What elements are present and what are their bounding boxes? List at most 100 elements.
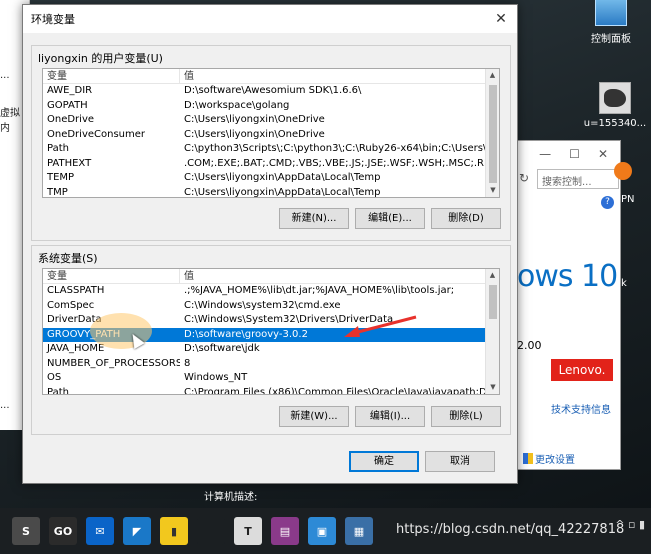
variable-name: OS <box>47 372 62 383</box>
winrar-icon[interactable]: ▤ <box>271 517 299 545</box>
system-new-button[interactable]: 新建(W)... <box>279 406 349 427</box>
minimize-icon[interactable]: — <box>539 147 551 161</box>
uac-shield-icon <box>523 453 533 464</box>
lenovo-logo: Lenovo. <box>551 359 613 381</box>
refresh-icon[interactable]: ↻ <box>519 171 529 185</box>
version-text: 2.00 <box>517 339 542 352</box>
typora-icon[interactable]: T <box>234 517 262 545</box>
user-list-scrollbar[interactable]: ▲ ▼ <box>485 69 499 197</box>
control-panel-shortcut[interactable]: 控制面板 <box>576 0 646 45</box>
variable-value: .;%JAVA_HOME%\lib\dt.jar;%JAVA_HOME%\lib… <box>184 285 455 296</box>
blank-icon[interactable] <box>197 517 225 545</box>
dialog-titlebar: 环境变量 <box>23 5 517 33</box>
sticky-notes-icon[interactable]: ▮ <box>160 517 188 545</box>
environment-variables-dialog: 环境变量 ✕ liyongxin 的用户变量(U) 变量 值 AWE_DIR D:… <box>22 4 518 484</box>
variable-value: Windows_NT <box>184 372 248 383</box>
help-icon[interactable]: ? <box>601 196 614 209</box>
scroll-thumb[interactable] <box>489 85 497 183</box>
variable-value: C:\python3\Scripts\;C:\python3\;C:\Ruby2… <box>184 143 485 154</box>
user-variables-label: liyongxin 的用户变量(U) <box>38 52 163 65</box>
close-icon[interactable]: ✕ <box>491 9 511 29</box>
variable-name: AWE_DIR <box>47 85 93 96</box>
image-file-shortcut[interactable]: u=155340... <box>580 82 650 129</box>
dialog-title: 环境变量 <box>31 13 75 26</box>
control-panel-label: 控制面板 <box>591 34 631 45</box>
list-header: 变量 值 <box>43 269 485 284</box>
system-icon[interactable]: ▦ <box>345 517 373 545</box>
computer-description-label: 计算机描述: <box>204 492 258 503</box>
vscode-icon[interactable]: ◤ <box>123 517 151 545</box>
variable-row[interactable]: ComSpec C:\Windows\system32\cmd.exe <box>43 299 485 314</box>
user-variables-list[interactable]: 变量 值 AWE_DIR D:\software\Awesomium SDK\1.… <box>42 68 500 198</box>
user-delete-button[interactable]: 删除(D) <box>431 208 501 229</box>
variable-row[interactable]: OneDriveConsumer C:\Users\liyongxin\OneDr… <box>43 128 485 143</box>
column-header-value[interactable]: 值 <box>180 69 485 83</box>
remote-desktop-icon[interactable]: ▣ <box>308 517 336 545</box>
variable-value: 8 <box>184 357 191 369</box>
variable-name: Path <box>47 386 69 395</box>
list-header: 变量 值 <box>43 69 485 84</box>
variable-name: OneDriveConsumer <box>47 128 146 140</box>
ok-button[interactable]: 确定 <box>349 451 419 472</box>
variable-row[interactable]: TMP C:\Users\liyongxin\AppData\Local\Temp <box>43 186 485 198</box>
mail-icon[interactable]: ✉ <box>86 517 114 545</box>
edge-app-icon <box>614 162 632 180</box>
variable-value: C:\Users\liyongxin\AppData\Local\Temp <box>184 172 381 183</box>
variable-row[interactable]: PATHEXT .COM;.EXE;.BAT;.CMD;.VBS;.VBE;.JS… <box>43 157 485 172</box>
system-edit-button[interactable]: 编辑(I)... <box>355 406 425 427</box>
variable-row[interactable]: NUMBER_OF_PROCESSORS 8 <box>43 357 485 372</box>
image-file-label: u=155340... <box>583 118 647 129</box>
variable-value: C:\Users\liyongxin\OneDrive <box>184 114 325 125</box>
variable-row[interactable]: Path C:\Program Files (x86)\Common Files\… <box>43 386 485 395</box>
scroll-down-icon[interactable]: ▼ <box>486 184 499 197</box>
variable-name: TEMP <box>47 172 75 183</box>
variable-value: D:\software\groovy-3.0.2 <box>184 328 308 340</box>
close-icon[interactable]: ✕ <box>598 147 608 161</box>
variable-row[interactable]: Path C:\python3\Scripts\;C:\python3\;C:\R… <box>43 142 485 157</box>
user-new-button[interactable]: 新建(N)... <box>279 208 349 229</box>
maximize-icon[interactable]: ☐ <box>569 147 580 161</box>
system-delete-button[interactable]: 删除(L) <box>431 406 501 427</box>
goland-icon[interactable]: GO <box>49 517 77 545</box>
scroll-up-icon[interactable]: ▲ <box>486 69 499 82</box>
variable-row[interactable]: TEMP C:\Users\liyongxin\AppData\Local\Tem… <box>43 171 485 186</box>
sublime-icon[interactable]: S <box>12 517 40 545</box>
support-info-link[interactable]: 技术支持信息 <box>551 401 611 416</box>
cancel-button[interactable]: 取消 <box>425 451 495 472</box>
variable-value: C:\Windows\System32\Drivers\DriverData <box>184 314 394 325</box>
taskbar: S GO ✉ ◤ ▮ T ▤ ▣ ▦ https://blog.csdn.net/qq_4222… <box>0 508 651 554</box>
variable-row[interactable]: OneDrive C:\Users\liyongxin\OneDrive <box>43 113 485 128</box>
system-tray[interactable]: ^ ▫ ▮ <box>615 518 645 531</box>
user-edit-button[interactable]: 编辑(E)... <box>355 208 425 229</box>
scroll-thumb[interactable] <box>489 285 497 319</box>
variable-value: .COM;.EXE;.BAT;.CMD;.VBS;.VBE;.JS;.JSE;.… <box>184 157 485 169</box>
variable-value: C:\Users\liyongxin\AppData\Local\Temp <box>184 186 381 198</box>
variable-name: OneDrive <box>47 114 95 125</box>
variable-value: C:\Users\liyongxin\OneDrive <box>184 128 325 140</box>
variable-row[interactable]: AWE_DIR D:\software\Awesomium SDK\1.6.6\ <box>43 84 485 99</box>
variable-name: TMP <box>47 186 68 198</box>
red-arrow-annotation-icon <box>344 315 417 337</box>
variable-value: D:\software\Awesomium SDK\1.6.6\ <box>184 85 362 96</box>
column-header-value[interactable]: 值 <box>180 269 485 283</box>
change-settings-link[interactable]: 更改设置 <box>523 451 575 466</box>
variable-value: C:\Windows\system32\cmd.exe <box>184 299 341 311</box>
system-list-scrollbar[interactable]: ▲ ▼ <box>485 269 499 394</box>
scroll-down-icon[interactable]: ▼ <box>486 381 499 394</box>
change-settings-label: 更改设置 <box>535 455 575 466</box>
variable-name: Path <box>47 143 69 154</box>
variable-value: C:\Program Files (x86)\Common Files\Orac… <box>184 386 485 395</box>
left-window-fragment: ... <box>0 70 10 81</box>
control-panel-search-input[interactable]: 搜索控制... <box>537 169 619 189</box>
watermark: https://blog.csdn.net/qq_42227818 <box>396 522 625 537</box>
variable-name: NUMBER_OF_PROCESSORS <box>47 357 180 369</box>
variable-name: ComSpec <box>47 299 95 311</box>
column-header-variable[interactable]: 变量 <box>43 269 180 283</box>
variable-row[interactable]: OS Windows_NT <box>43 371 485 386</box>
variable-name: PATHEXT <box>47 157 92 169</box>
user-variables-group: liyongxin 的用户变量(U) 变量 值 AWE_DIR D:\softwa… <box>31 45 511 241</box>
variable-row[interactable]: CLASSPATH .;%JAVA_HOME%\lib\dt.jar;%JAVA_… <box>43 284 485 299</box>
variable-row[interactable]: GOPATH D:\workspace\golang <box>43 99 485 114</box>
column-header-variable[interactable]: 变量 <box>43 69 180 83</box>
scroll-up-icon[interactable]: ▲ <box>486 269 499 282</box>
